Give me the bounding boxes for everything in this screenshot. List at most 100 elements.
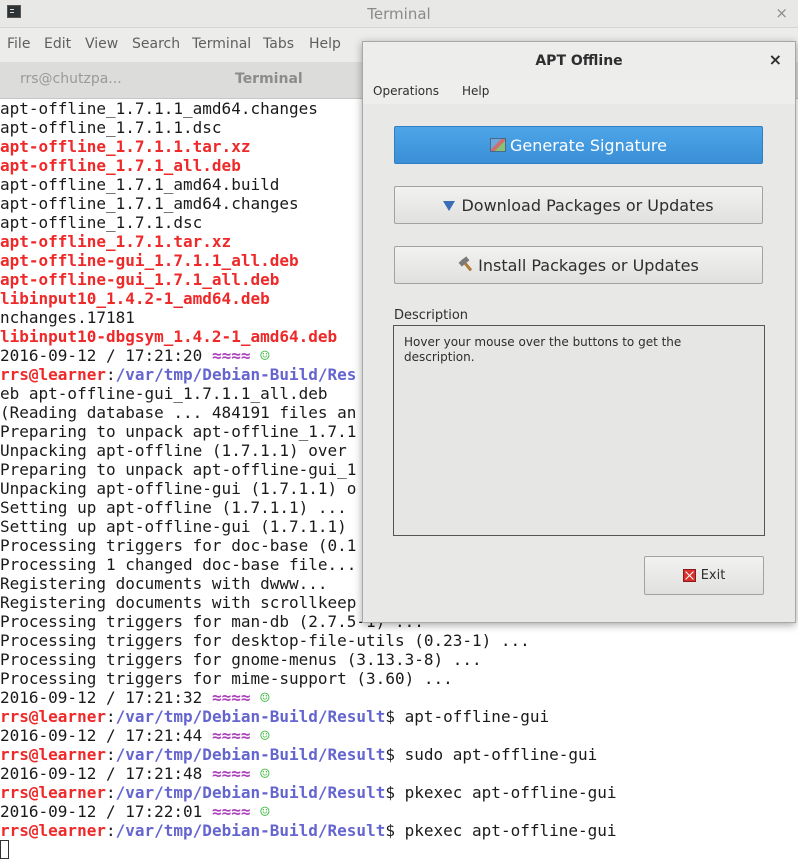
timestamp: 2016-09-12 / 17:21:44 (0, 726, 203, 745)
description-box: Hover your mouse over the buttons to get… (393, 325, 765, 536)
prompt-path: /var/tmp/Debian-Build/Result (115, 783, 386, 802)
prompt-symbol: $ (385, 821, 395, 840)
exit-icon (682, 569, 696, 582)
terminal-line: eb apt-offline-gui_1.7.1.1_all.deb (0, 384, 328, 403)
exit-button[interactable]: Exit (644, 556, 764, 595)
timestamp-line: 2016-09-12 / 17:21:20 ≈≈≈≈ ☺ (0, 346, 270, 365)
wave-glyph: ≈≈≈≈ (211, 726, 251, 745)
apt-offline-window: APT Offline × Operations Help Generate S… (362, 41, 796, 623)
prompt-colon: : (105, 707, 116, 726)
timestamp: 2016-09-12 / 17:21:48 (0, 764, 203, 783)
prompt-line: rrs@learner:/var/tmp/Debian-Build/Result… (0, 707, 549, 726)
prompt-command: pkexec apt-offline-gui (404, 821, 617, 840)
terminal-line: Unpacking apt-offline-gui (1.7.1.1) o (0, 479, 357, 498)
smiley-icon: ☺ (260, 726, 270, 745)
tab-terminal[interactable]: Terminal (235, 71, 303, 87)
menu-file[interactable]: File (7, 36, 30, 52)
timestamp: 2016-09-12 / 17:21:32 (0, 688, 203, 707)
terminal-line: Processing triggers for doc-base (0.1 (0, 536, 357, 555)
terminal-line: apt-offline_1.7.1_amd64.changes (0, 194, 299, 213)
prompt-line: rrs@learner:/var/tmp/Debian-Build/Result… (0, 745, 597, 764)
timestamp: 2016-09-12 / 17:21:20 (0, 346, 203, 365)
prompt-path: /var/tmp/Debian-Build/Result (115, 821, 386, 840)
terminal-line: Processing triggers for gnome-menus (3.1… (0, 650, 482, 669)
terminal-line: Preparing to unpack apt-offline_1.7.1 (0, 422, 357, 441)
prompt-line: rrs@learner:/var/tmp/Debian-Build/Result… (0, 821, 617, 840)
terminal-window-title: Terminal (367, 5, 431, 23)
terminal-line: apt-offline_1.7.1.tar.xz (0, 232, 232, 251)
terminal-line: Registering documents with dwww... (0, 574, 328, 593)
apt-offline-titlebar: APT Offline × (363, 42, 795, 81)
terminal-line: Preparing to unpack apt-offline-gui_1 (0, 460, 357, 479)
prompt-line: rrs@learner:/var/tmp/Debian-Build/Result… (0, 783, 617, 802)
terminal-line: Processing triggers for mime-support (3.… (0, 669, 453, 688)
smiley-icon: ☺ (260, 346, 270, 365)
smiley-icon: ☺ (260, 764, 270, 783)
terminal-close-icon[interactable]: × (775, 4, 788, 22)
menu-search[interactable]: Search (132, 36, 180, 52)
menu-terminal[interactable]: Terminal (192, 36, 251, 52)
generate-signature-label: Generate Signature (510, 135, 667, 155)
apt-offline-menubar: Operations Help (363, 80, 795, 104)
prompt-user-host: rrs@learner (0, 707, 106, 726)
menu-help[interactable]: Help (462, 84, 489, 98)
generate-signature-button[interactable]: Generate Signature (394, 126, 763, 164)
wave-glyph: ≈≈≈≈ (211, 764, 251, 783)
terminal-titlebar: Terminal × (0, 0, 798, 28)
tab-rrs-chutzpa[interactable]: rrs@chutzpa... (20, 71, 122, 87)
prompt-colon: : (105, 783, 116, 802)
terminal-line: Setting up apt-offline-gui (1.7.1.1) (0, 517, 347, 536)
terminal-line: apt-offline_1.7.1.1.tar.xz (0, 137, 251, 156)
description-label: Description (394, 308, 469, 323)
prompt-command: apt-offline-gui (404, 707, 550, 726)
hammer-icon (458, 258, 474, 272)
menu-tabs[interactable]: Tabs (263, 36, 294, 52)
prompt-symbol: $ (385, 745, 395, 764)
prompt-colon: : (105, 365, 116, 384)
menu-view[interactable]: View (85, 36, 118, 52)
prompt-command: sudo apt-offline-gui (404, 745, 598, 764)
timestamp-line: 2016-09-12 / 17:21:44 ≈≈≈≈ ☺ (0, 726, 270, 745)
download-arrow-icon (443, 201, 456, 211)
menu-help[interactable]: Help (309, 36, 341, 52)
wave-glyph: ≈≈≈≈ (211, 688, 251, 707)
timestamp-line: 2016-09-12 / 17:21:48 ≈≈≈≈ ☺ (0, 764, 270, 783)
terminal-cursor (0, 840, 9, 859)
terminal-line: apt-offline_1.7.1.1.dsc (0, 118, 222, 137)
prompt-path: /var/tmp/Debian-Build/Result (115, 745, 386, 764)
download-packages-label: Download Packages or Updates (461, 195, 714, 215)
install-packages-label: Install Packages or Updates (478, 255, 699, 275)
terminal-line: apt-offline_1.7.1.dsc (0, 213, 203, 232)
prompt-symbol: $ (385, 783, 395, 802)
menu-edit[interactable]: Edit (44, 36, 71, 52)
terminal-line: apt-offline_1.7.1_amd64.build (0, 175, 280, 194)
prompt-path: /var/tmp/Debian-Build/Res (115, 365, 357, 384)
prompt-user-host: rrs@learner (0, 745, 106, 764)
terminal-line: Processing 1 changed doc-base file... (0, 555, 357, 574)
prompt-command: pkexec apt-offline-gui (404, 783, 617, 802)
timestamp: 2016-09-12 / 17:22:01 (0, 802, 203, 821)
apt-offline-title: APT Offline (535, 53, 623, 69)
prompt-user-host: rrs@learner (0, 821, 106, 840)
prompt-symbol: $ (385, 707, 395, 726)
apt-offline-close-icon[interactable]: × (769, 50, 782, 69)
timestamp-line: 2016-09-12 / 17:21:32 ≈≈≈≈ ☺ (0, 688, 270, 707)
menu-operations[interactable]: Operations (373, 84, 439, 98)
terminal-line: (Reading database ... 484191 files an (0, 403, 357, 422)
prompt-colon: : (105, 821, 116, 840)
terminal-line: Unpacking apt-offline (1.7.1.1) over (0, 441, 347, 460)
smiley-icon: ☺ (260, 688, 270, 707)
download-packages-button[interactable]: Download Packages or Updates (394, 186, 763, 224)
terminal-line: libinput10_1.4.2-1_amd64.deb (0, 289, 270, 308)
exit-label: Exit (700, 568, 726, 583)
signature-icon (490, 138, 506, 152)
terminal-line: apt-offline_1.7.1_all.deb (0, 156, 241, 175)
prompt-user-host: rrs@learner (0, 783, 106, 802)
terminal-line: apt-offline_1.7.1.1_amd64.changes (0, 99, 318, 118)
terminal-line: nchanges.17181 (0, 308, 135, 327)
install-packages-button[interactable]: Install Packages or Updates (394, 246, 763, 284)
prompt-path: /var/tmp/Debian-Build/Result (115, 707, 386, 726)
timestamp-line: 2016-09-12 / 17:22:01 ≈≈≈≈ ☺ (0, 802, 270, 821)
terminal-line: Registering documents with scrollkeep (0, 593, 357, 612)
wave-glyph: ≈≈≈≈ (211, 802, 251, 821)
